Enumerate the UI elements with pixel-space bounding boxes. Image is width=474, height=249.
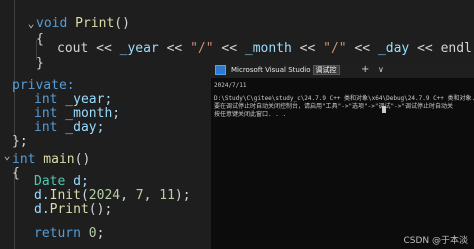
code-line: int main() xyxy=(12,152,91,167)
console-title-badge: 调试控 xyxy=(312,65,340,75)
new-tab-button[interactable]: + xyxy=(361,62,369,78)
code-line: return 0; xyxy=(34,226,105,241)
code-line: { xyxy=(12,166,20,181)
collapse-chevron-icon[interactable]: ⌄ xyxy=(2,146,12,166)
csdn-watermark: CSDN @于本淡 xyxy=(403,236,468,246)
indent-guide xyxy=(14,0,15,140)
console-titlebar[interactable]: Microsoft Visual Studio 调试控 + ∨ xyxy=(211,62,474,78)
debug-console-window[interactable]: Microsoft Visual Studio 调试控 + ∨ 2024/7/11… xyxy=(211,62,474,249)
visual-studio-icon xyxy=(215,65,226,75)
code-line: cout << _year << "/" << _month << "/" <<… xyxy=(57,41,474,56)
console-cursor xyxy=(382,106,386,113)
tab-dropdown-chevron-icon[interactable]: ∨ xyxy=(378,62,384,78)
console-output-line: 按任意键关闭此窗口. . . xyxy=(214,111,287,118)
code-line: d.Print(); xyxy=(34,202,113,217)
code-line: { xyxy=(36,32,44,47)
code-line: }; xyxy=(12,134,28,149)
code-line: void Print() xyxy=(36,16,130,31)
console-title: Microsoft Visual Studio 调试控 xyxy=(231,62,340,78)
console-output-line: 2024/7/11 xyxy=(214,82,247,89)
code-line: } xyxy=(36,56,44,71)
collapse-chevron-icon[interactable]: ⌄ xyxy=(26,14,36,34)
code-line: int _day; xyxy=(34,120,105,135)
